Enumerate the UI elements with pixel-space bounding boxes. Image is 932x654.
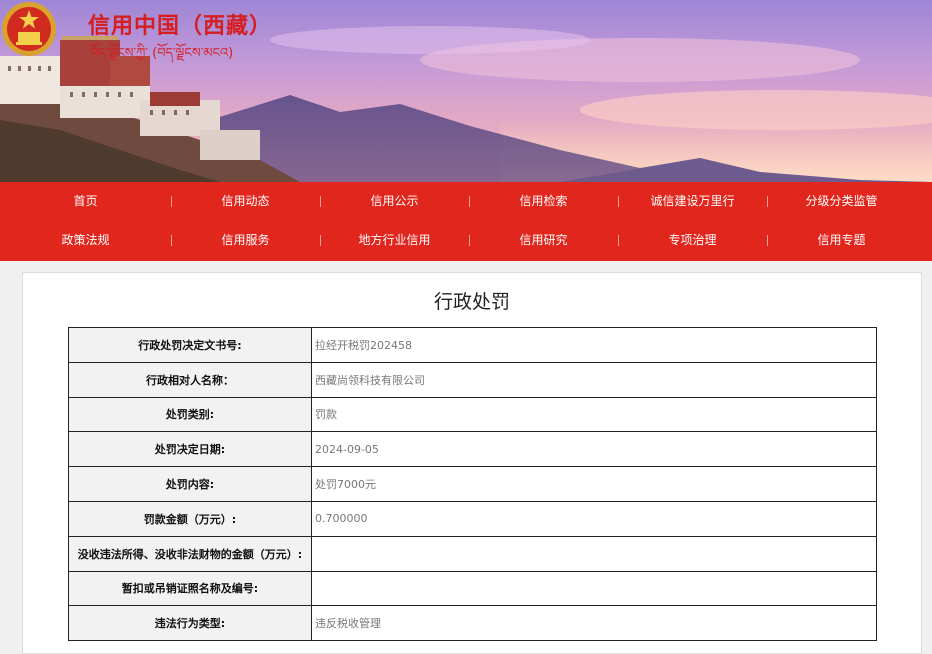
table-row: 违法行为类型: 违反税收管理 — [68, 605, 877, 642]
nav-item-policies[interactable]: 政策法规 — [0, 221, 171, 260]
site-subtitle-tibetan: བོད་ལྗོངས་ཀྱི་ (བོད་ལྗོངས་མངའ) — [90, 46, 234, 61]
field-value: 西藏尚领科技有限公司 — [311, 361, 877, 398]
nav-item-tiered-supervision[interactable]: 分级分类监管 — [767, 182, 916, 221]
field-value: 罚款 — [311, 396, 877, 433]
nav-item-local-industry-credit[interactable]: 地方行业信用 — [320, 221, 469, 260]
field-label: 处罚内容: — [68, 466, 312, 502]
header-banner: 信用中国（西藏） བོད་ལྗོངས་ཀྱི་ (བོད་ལྗོངས་མངའ) — [0, 0, 932, 182]
field-label: 处罚类别: — [68, 396, 312, 433]
nav-item-credit-research[interactable]: 信用研究 — [469, 221, 618, 260]
field-value: 违反税收管理 — [311, 605, 877, 642]
table-row: 行政相对人名称： 西藏尚领科技有限公司 — [68, 361, 877, 398]
table-row: 没收违法所得、没收非法财物的金额（万元）: — [68, 535, 877, 572]
table-row: 行政处罚决定文书号: 拉经开税罚202458 — [68, 327, 877, 363]
field-value: 2024-09-05 — [311, 431, 877, 468]
field-label: 暂扣或吊销证照名称及编号: — [68, 570, 312, 607]
nav-item-credit-publicity[interactable]: 信用公示 — [320, 182, 469, 221]
field-label: 行政处罚决定文书号: — [68, 327, 312, 363]
table-row: 处罚决定日期: 2024-09-05 — [68, 431, 877, 468]
field-value: 0.700000 — [311, 500, 877, 537]
site-title: 信用中国（西藏） — [88, 14, 273, 39]
field-value — [311, 570, 877, 607]
nav-item-home[interactable]: 首页 — [0, 182, 171, 221]
table-row: 处罚类别: 罚款 — [68, 396, 877, 433]
field-value: 拉经开税罚202458 — [311, 327, 877, 363]
nav-row-2: 政策法规 信用服务 地方行业信用 信用研究 专项治理 信用专题 — [0, 221, 932, 260]
field-label: 违法行为类型: — [68, 605, 312, 642]
field-value — [311, 535, 877, 572]
nav-item-credit-topics[interactable]: 信用专题 — [767, 221, 916, 260]
table-row: 暂扣或吊销证照名称及编号: — [68, 570, 877, 607]
penalty-detail-table: 行政处罚决定文书号: 拉经开税罚202458 行政相对人名称： 西藏尚领科技有限… — [68, 327, 877, 642]
field-label: 行政相对人名称： — [68, 361, 312, 398]
field-label: 没收违法所得、没收非法财物的金额（万元）: — [68, 535, 312, 572]
nav-item-credit-news[interactable]: 信用动态 — [171, 182, 320, 221]
content-panel: 行政处罚 行政处罚决定文书号: 拉经开税罚202458 行政相对人名称： 西藏尚… — [22, 272, 922, 654]
nav-item-credit-search[interactable]: 信用检索 — [469, 182, 618, 221]
nav-item-credit-services[interactable]: 信用服务 — [171, 221, 320, 260]
field-label: 处罚决定日期: — [68, 431, 312, 468]
page-title: 行政处罚 — [433, 291, 510, 313]
main-navigation: 首页 信用动态 信用公示 信用检索 诚信建设万里行 分级分类监管 政策法规 信用… — [0, 182, 932, 261]
nav-item-integrity-campaign[interactable]: 诚信建设万里行 — [618, 182, 767, 221]
national-emblem-icon — [2, 2, 56, 56]
nav-row-1: 首页 信用动态 信用公示 信用检索 诚信建设万里行 分级分类监管 — [0, 182, 932, 221]
field-value: 处罚7000元 — [311, 466, 877, 502]
table-row: 罚款金额（万元）: 0.700000 — [68, 500, 877, 537]
nav-item-special-governance[interactable]: 专项治理 — [618, 221, 767, 260]
field-label: 罚款金额（万元）: — [68, 500, 312, 537]
table-row: 处罚内容: 处罚7000元 — [68, 466, 877, 502]
